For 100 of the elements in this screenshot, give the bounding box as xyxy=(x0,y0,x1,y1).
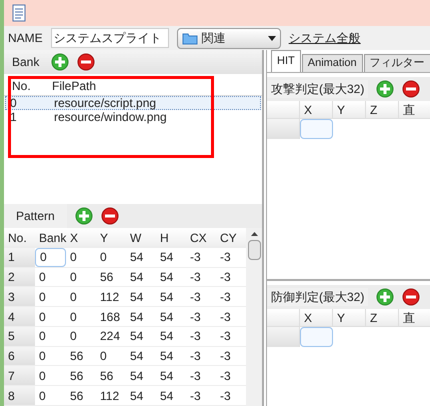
table-cell-text: -3 xyxy=(219,308,232,326)
section-title: 攻撃判定(最大32) xyxy=(267,80,368,98)
column-header: X xyxy=(69,230,80,247)
table-cell-text: -3 xyxy=(189,328,202,346)
row-header: 2 xyxy=(4,268,35,286)
table-cell-text: 0 xyxy=(38,328,47,346)
table-cell-text: 0 xyxy=(69,308,78,326)
name-field[interactable]: システムスプライト xyxy=(50,28,169,48)
column-header: Y xyxy=(99,230,110,247)
table-cell-text: -3 xyxy=(219,348,232,366)
add-icon[interactable] xyxy=(376,288,394,306)
column-header: CX xyxy=(189,230,208,247)
table-cell-text: 54 xyxy=(129,308,144,326)
table-cell-text: 0 xyxy=(38,308,47,326)
table-cell-text: -3 xyxy=(219,388,232,405)
column-header: No. xyxy=(11,78,32,94)
table-cell-text: 54 xyxy=(159,308,174,326)
document-icon xyxy=(12,4,26,22)
tab[interactable]: Animation xyxy=(302,54,363,72)
row-header: 8 xyxy=(4,386,35,405)
remove-icon[interactable] xyxy=(402,80,420,98)
column-header: X xyxy=(300,101,333,118)
row-header: 6 xyxy=(4,346,35,366)
table-cell-text: -3 xyxy=(189,388,202,405)
table-cell-text: 112 xyxy=(99,288,120,306)
column-header: CY xyxy=(219,230,238,247)
table-cell-text: -3 xyxy=(189,269,202,286)
table-cell-text: 1 xyxy=(9,109,18,126)
tab[interactable]: フィルター xyxy=(364,54,430,72)
bank-row[interactable]: 1 resource/window.png xyxy=(5,110,261,124)
row-header: 5 xyxy=(4,326,35,346)
table-cell-text: 56 xyxy=(99,368,114,385)
table-cell-text: 0 xyxy=(99,348,108,366)
table-cell-text: -3 xyxy=(219,328,232,346)
column-header: H xyxy=(159,230,170,247)
caret-icon xyxy=(268,36,276,40)
table-cell-text: 54 xyxy=(159,249,174,266)
remove-icon[interactable] xyxy=(77,53,96,71)
scroll-thumb[interactable] xyxy=(248,240,260,260)
add-icon[interactable] xyxy=(74,207,93,225)
table-cell-text: 54 xyxy=(129,368,144,385)
table-cell-text: 54 xyxy=(129,249,144,266)
table-cell: 0 xyxy=(35,248,66,267)
table-cell-text: -3 xyxy=(219,269,232,286)
table-cell-text: 54 xyxy=(129,328,144,346)
table-cell-text: -3 xyxy=(189,348,202,366)
table-cell-text: -3 xyxy=(189,249,202,266)
table-cell[interactable] xyxy=(300,327,333,347)
table-cell-text: 56 xyxy=(69,388,84,405)
table-cell-text: 0 xyxy=(69,328,78,346)
scrollbar[interactable] xyxy=(246,228,262,406)
table-cell-text: 0 xyxy=(69,269,78,286)
bank-title: Bank xyxy=(12,54,40,71)
remove-icon[interactable] xyxy=(100,207,119,225)
column-header: No. xyxy=(7,230,28,247)
table-cell-text: 54 xyxy=(159,388,174,405)
table-cell-text: 56 xyxy=(69,348,84,366)
table-cell-text: 0 xyxy=(38,288,47,306)
table-cell-text: 54 xyxy=(159,269,174,286)
table-cell-text: -3 xyxy=(219,249,232,266)
table-cell-text: -3 xyxy=(189,368,202,385)
table-cell-text: 56 xyxy=(69,368,84,385)
column-header: W xyxy=(129,230,142,247)
category-link[interactable]: システム全般 xyxy=(288,29,361,47)
tab[interactable]: HIT xyxy=(271,50,301,72)
table-cell-text: 54 xyxy=(159,348,174,366)
column-header: FilePath xyxy=(51,78,98,94)
column-header: Z xyxy=(366,309,399,326)
table-cell-text: -3 xyxy=(219,288,232,306)
table-cell-text: 54 xyxy=(129,288,144,306)
table-cell-text: -3 xyxy=(189,308,202,326)
category-dropdown[interactable]: 関連 xyxy=(176,28,281,48)
table-cell-text: 54 xyxy=(159,328,174,346)
scroll-up-icon[interactable] xyxy=(250,232,258,236)
row-header: 7 xyxy=(4,366,35,386)
section-title: 防御判定(最大32) xyxy=(267,288,368,306)
pattern-title: Pattern xyxy=(4,204,67,228)
table-cell-text: 0 xyxy=(38,269,47,286)
table-cell-text: resource/script.png xyxy=(53,95,158,112)
table-cell[interactable] xyxy=(300,119,333,139)
table-cell-text: 54 xyxy=(129,388,144,405)
column-header: Bank xyxy=(38,230,66,247)
column-header: Z xyxy=(366,101,399,118)
row-header: 3 xyxy=(4,287,35,306)
table-cell-text: 0 xyxy=(99,249,108,266)
table-cell-text: 168 xyxy=(99,308,122,326)
table-cell-text: 0 xyxy=(69,249,78,266)
table-cell-text: 56 xyxy=(99,269,114,286)
table-cell-text: 54 xyxy=(129,269,144,286)
name-label: NAME xyxy=(8,30,43,47)
add-icon[interactable] xyxy=(51,53,70,71)
remove-icon[interactable] xyxy=(402,288,420,306)
row-header: 1 xyxy=(4,248,35,267)
column-header: 直 xyxy=(399,309,430,326)
add-icon[interactable] xyxy=(376,80,394,98)
table-cell-text: 54 xyxy=(159,288,174,306)
table-cell-text: -3 xyxy=(189,288,202,306)
table-cell-text: 0 xyxy=(38,348,47,366)
column-header: X xyxy=(300,309,333,326)
table-cell-text: 54 xyxy=(129,348,144,366)
